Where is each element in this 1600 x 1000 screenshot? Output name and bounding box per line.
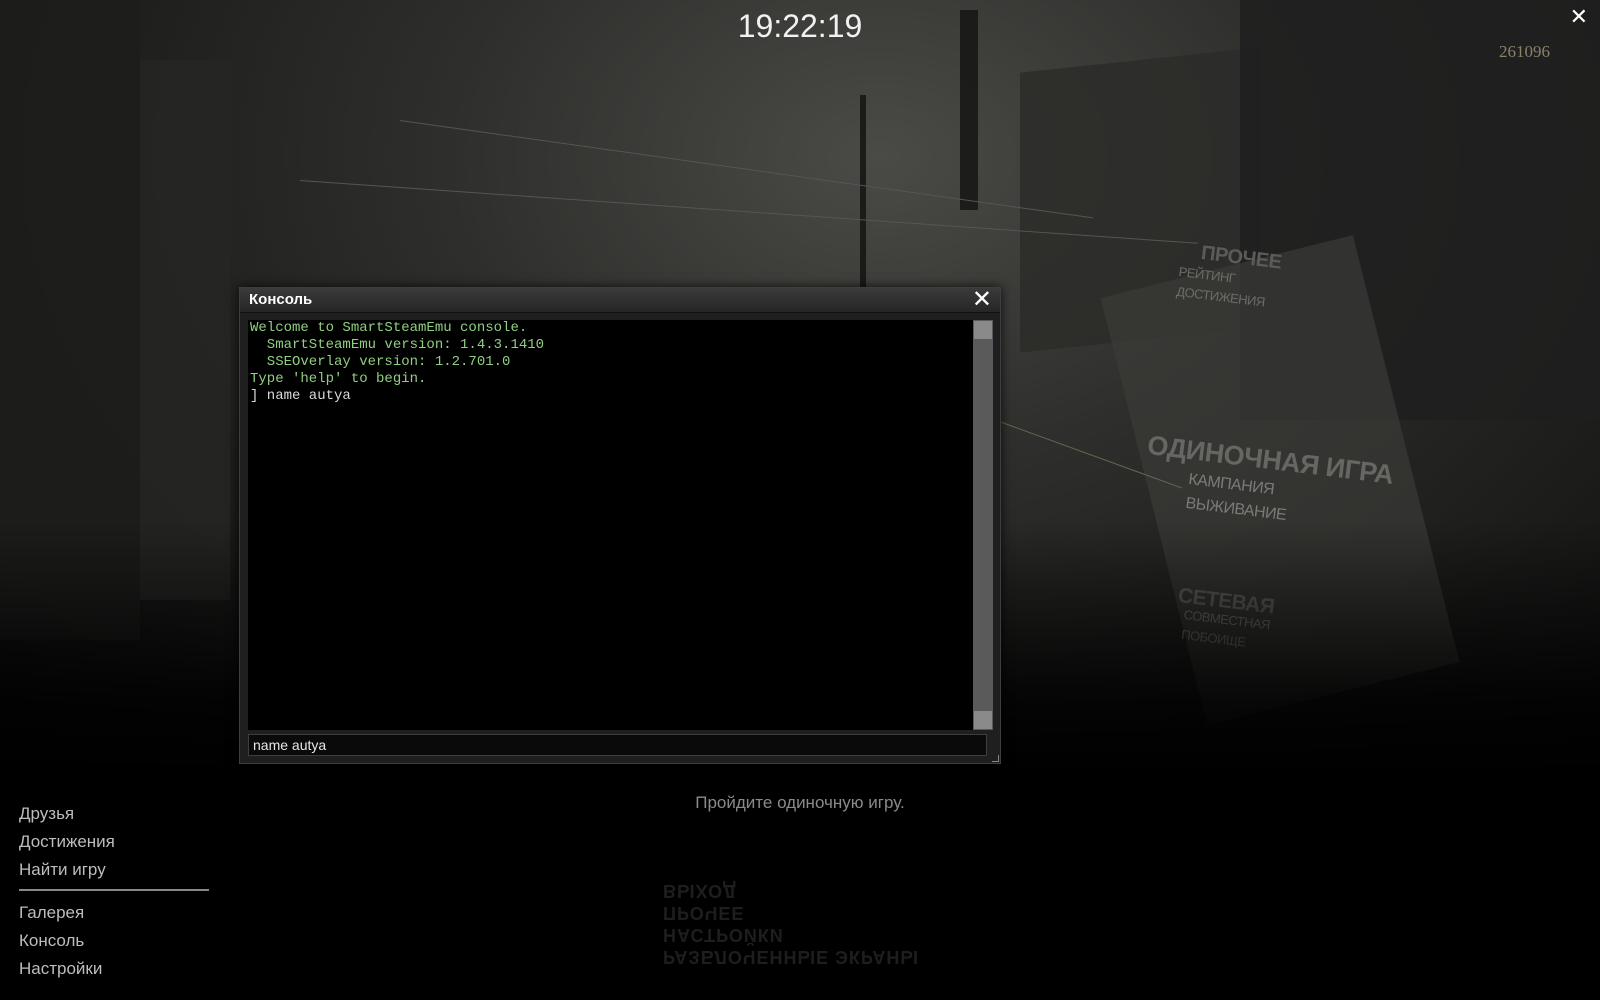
clock: 19:22:19 <box>737 8 863 44</box>
console-line: Type 'help' to begin. <box>250 371 427 387</box>
menu-item-find-game[interactable]: Найти игру <box>19 856 219 884</box>
menu-divider <box>19 889 209 891</box>
resize-grip-icon[interactable] <box>992 755 999 762</box>
scene-menu-network: СЕТЕВАЯ <box>1176 580 1276 623</box>
menu-item-settings[interactable]: Настройки <box>19 955 219 983</box>
scroll-up-button[interactable] <box>974 321 992 339</box>
console-close-button[interactable]: ✕ <box>972 286 992 314</box>
menu-item-console[interactable]: Консоль <box>19 927 219 955</box>
menu-item-achievements[interactable]: Достижения <box>19 828 219 856</box>
console-scrollbar[interactable] <box>973 320 993 730</box>
reflection-line: ВЫХОД <box>663 881 737 901</box>
scroll-down-button[interactable] <box>974 711 992 729</box>
console-output: Welcome to SmartSteamEmu console. SmartS… <box>248 320 975 730</box>
console-window: Консоль ✕ Welcome to SmartSteamEmu conso… <box>239 286 1001 764</box>
coins-counter: 261096 <box>1499 42 1550 61</box>
scene-menu-network-header[interactable]: СЕТЕВАЯ <box>1176 580 1276 623</box>
reflection-line: НАСТРОЙКИ <box>663 925 784 945</box>
scene-wire <box>399 120 1094 219</box>
overlay-menu: Друзья Достижения Найти игру Галерея Кон… <box>19 800 219 983</box>
console-line: Welcome to SmartSteamEmu console. <box>250 320 528 336</box>
console-line: SmartSteamEmu version: 1.4.3.1410 <box>250 337 545 353</box>
close-icon: ✕ <box>971 286 992 313</box>
overlay-close-button[interactable]: ✕ <box>1570 4 1588 30</box>
menu-reflection: РАЗБЛОЧЕННЫЕ ЭКРАНЫ НАСТРОЙКИ ПРОЧЕЕ ВЫХ… <box>663 880 919 968</box>
reflection-line: ПРОЧЕЕ <box>663 903 745 923</box>
close-icon: ✕ <box>1569 4 1588 29</box>
console-titlebar[interactable]: Консоль ✕ <box>240 286 1000 314</box>
scene-menu-item[interactable]: СОВМЕСТНАЯ <box>1183 605 1271 635</box>
reflection-line: РАЗБЛОЧЕННЫЕ ЭКРАНЫ <box>663 947 919 967</box>
menu-item-friends[interactable]: Друзья <box>19 800 219 828</box>
scene-building <box>0 0 140 640</box>
menu-item-gallery[interactable]: Галерея <box>19 899 219 927</box>
console-title: Консоль <box>249 291 313 308</box>
hint-text: Пройдите одиночную игру. <box>695 793 905 812</box>
console-line: SSEOverlay version: 1.2.701.0 <box>250 354 511 370</box>
scene-menu-network-items: СОВМЕСТНАЯ ПОБОИЩЕ <box>1180 605 1271 654</box>
scene-menu-item[interactable]: ПОБОИЩЕ <box>1180 624 1268 654</box>
console-input[interactable] <box>248 734 987 756</box>
console-line: ] name autya <box>250 388 351 404</box>
scene-building <box>140 60 230 600</box>
